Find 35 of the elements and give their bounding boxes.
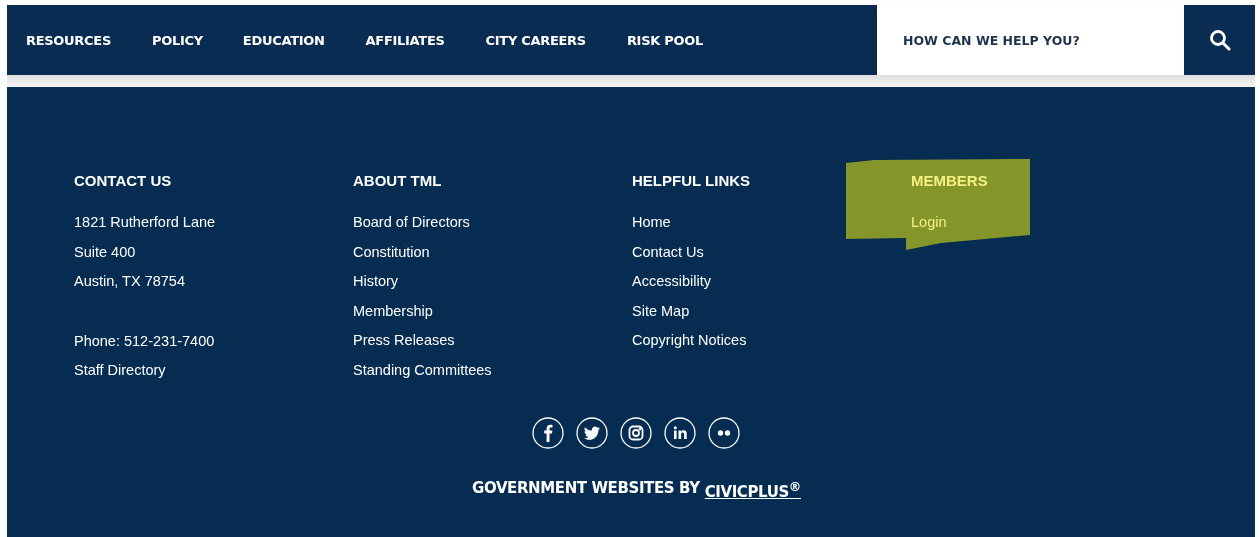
credit-link[interactable]: CIVICPLUS$^{®}$ [704,479,801,501]
footer-link[interactable]: Austin, TX 78754 [74,272,185,302]
column-heading: ABOUT TML [353,172,442,191]
nav-link[interactable]: RISK POOL [626,32,703,48]
footer-link[interactable]: Press Releases [353,331,455,361]
nav-link[interactable]: CITY CAREERS [485,32,586,48]
column-heading: CONTACT US [74,172,172,191]
camera-icon[interactable] [619,417,652,449]
search-icon [1208,29,1231,51]
facebook-icon[interactable] [531,417,564,449]
footer-link[interactable]: Board of Directors [353,213,470,243]
credit-text: GOVERNMENT WEBSITES BY [472,479,700,499]
footer-link[interactable]: Phone: 512-231-7400 [74,331,215,361]
footer-link[interactable]: Home [632,213,671,243]
column-heading: HELPFUL LINKS [632,172,751,191]
footer-link[interactable]: History [353,272,399,302]
linkedin-icon[interactable] [663,417,696,449]
nav-link[interactable]: RESOURCES [26,32,111,48]
footer-link[interactable]: Standing Committees [353,360,492,390]
footer-link[interactable]: 1821 Rutherford Lane [74,213,216,243]
footer-link[interactable]: Contact Us [632,242,704,272]
bird-icon[interactable] [575,417,608,449]
column-heading: MEMBERS [911,172,988,191]
nav-link[interactable]: POLICY [151,32,203,48]
footer-link[interactable]: Copyright Notices [632,331,747,361]
search-field[interactable]: HOW CAN WE HELP YOU? [877,5,1184,75]
footer-link[interactable]: Membership [353,301,433,331]
nav-link[interactable]: EDUCATION [242,32,325,48]
nav-link[interactable]: AFFILIATES [365,32,445,48]
footer-link[interactable]: Accessibility [632,272,711,302]
dots-icon[interactable] [707,417,740,449]
footer-link[interactable]: Site Map [632,301,690,331]
footer-link[interactable]: Constitution [353,242,430,272]
footer-link[interactable]: Staff Directory [74,361,166,391]
footer-link[interactable]: Suite 400 [74,242,136,272]
